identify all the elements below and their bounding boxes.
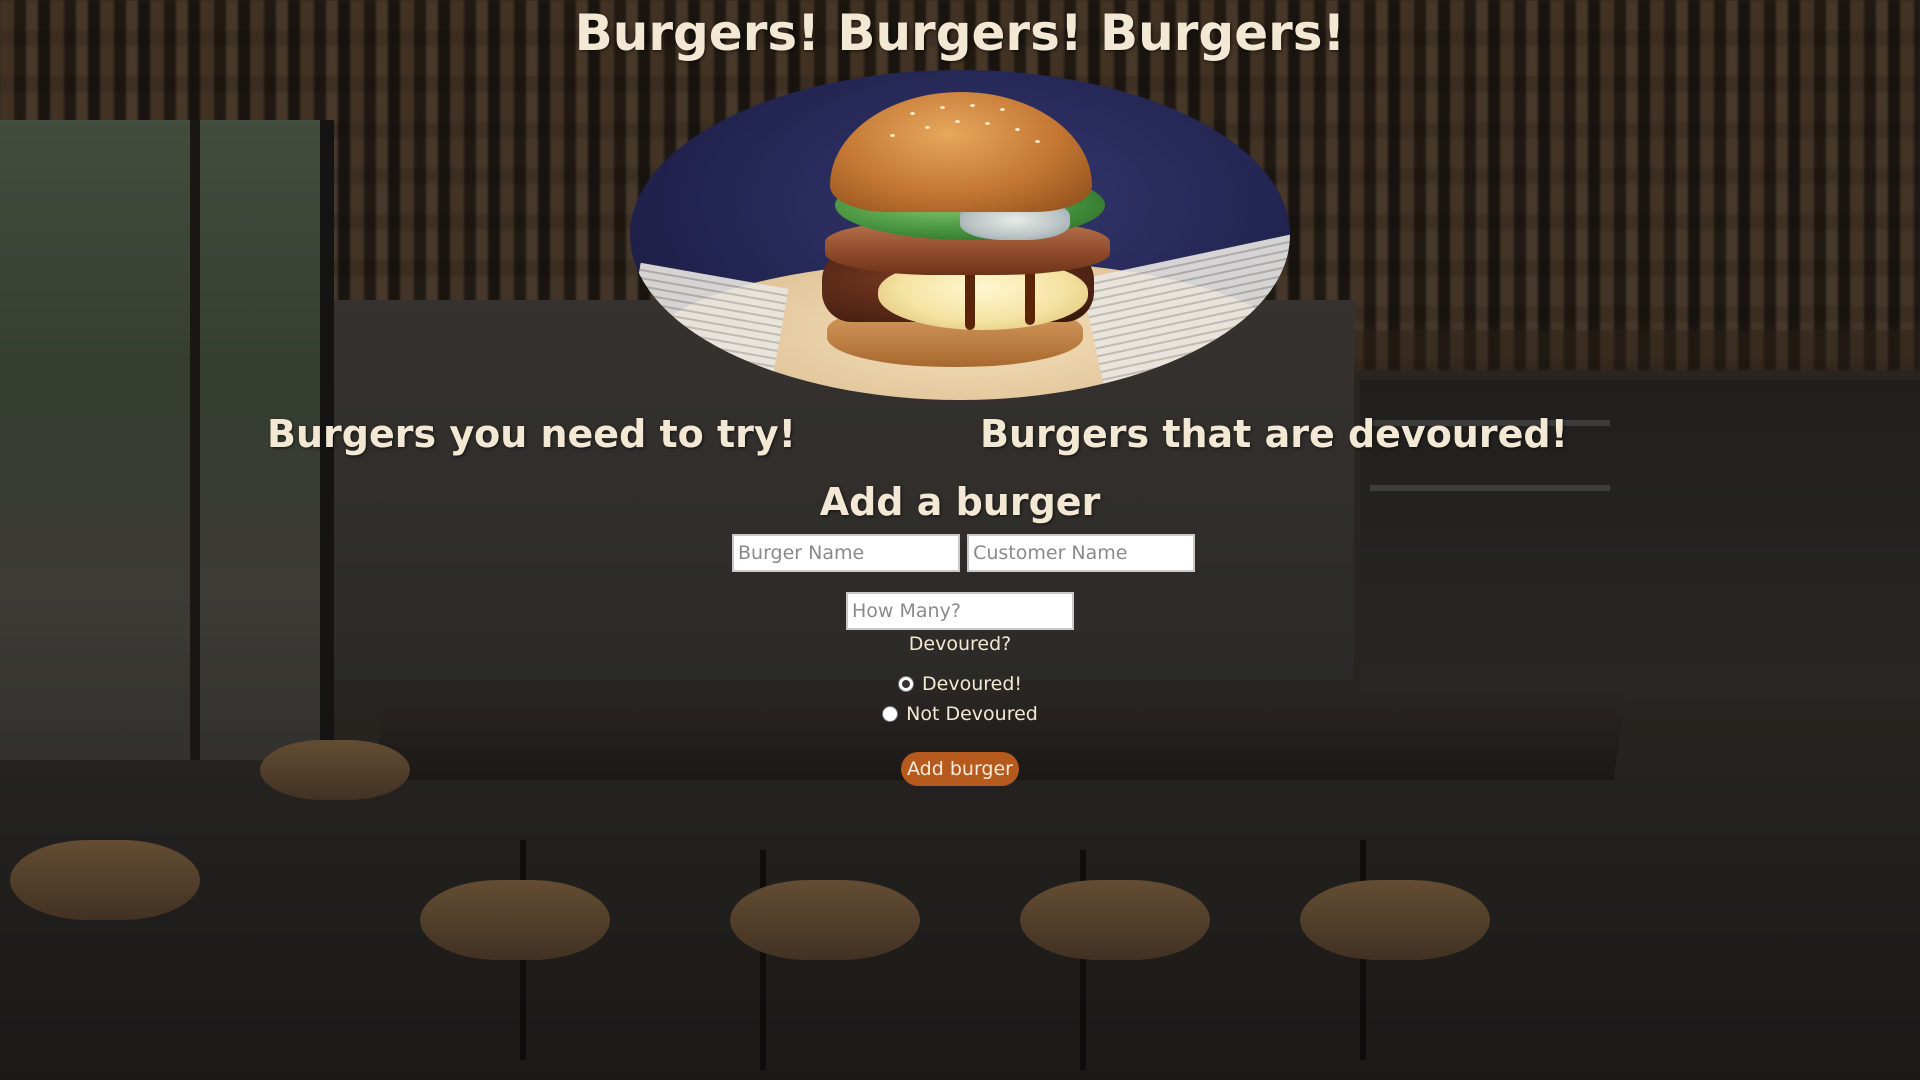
devoured-option: Devoured!	[0, 671, 1920, 699]
burger-photo-icon	[630, 70, 1290, 400]
page: Burgers! Burgers! Burgers! Burgers you n…	[0, 0, 1920, 1080]
how-many-input[interactable]	[846, 592, 1074, 630]
add-burger-title: Add a burger	[819, 480, 1101, 524]
customer-name-input[interactable]	[967, 534, 1196, 572]
main-content: Burgers! Burgers! Burgers! Burgers you n…	[0, 0, 1920, 1080]
page-title: Burgers! Burgers! Burgers!	[574, 4, 1346, 62]
not-devoured-option: Not Devoured	[0, 701, 1920, 729]
not-devoured-option-label: Not Devoured	[906, 703, 1038, 725]
add-burger-form: Add a burger Devoured? Devoured! Not Dev…	[0, 470, 1920, 786]
devoured-option-label: Devoured!	[922, 673, 1022, 695]
not-devoured-radio-label[interactable]: Not Devoured	[882, 701, 1038, 727]
top-bun-shape	[830, 92, 1092, 212]
burgers-to-try-heading: Burgers you need to try!	[267, 412, 797, 456]
radio-checked-icon[interactable]	[898, 676, 914, 692]
devoured-question-label: Devoured?	[908, 633, 1012, 655]
devoured-radio-label[interactable]: Devoured!	[898, 671, 1022, 697]
burger-name-input[interactable]	[732, 534, 960, 572]
name-inputs-row	[732, 534, 1196, 572]
add-burger-button[interactable]: Add burger	[901, 752, 1019, 786]
radio-unchecked-icon[interactable]	[882, 706, 899, 722]
burgers-devoured-heading: Burgers that are devoured!	[980, 412, 1568, 456]
